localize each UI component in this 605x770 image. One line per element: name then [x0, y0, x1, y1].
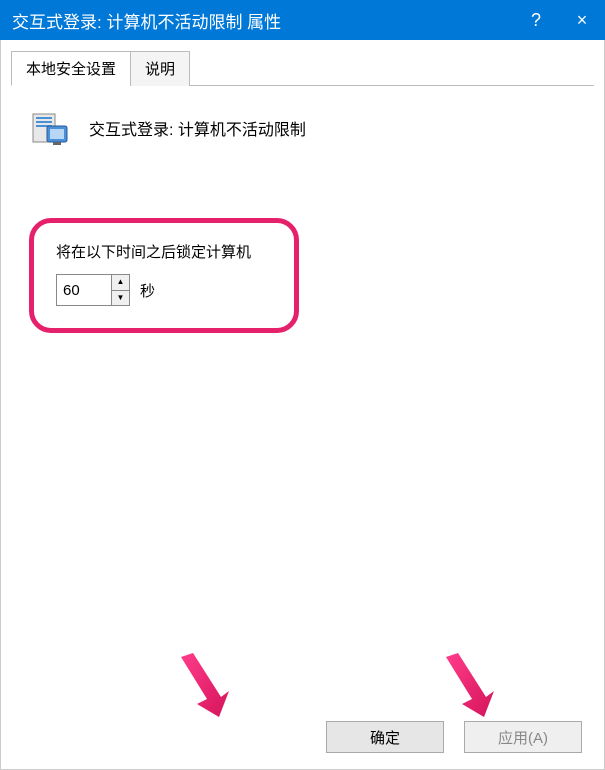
tab-strip: 本地安全设置 说明	[11, 50, 594, 86]
policy-icon	[29, 108, 69, 148]
highlight-annotation: 将在以下时间之后锁定计算机 ▲ ▼ 秒	[29, 218, 299, 333]
help-button[interactable]: ?	[513, 0, 559, 40]
tab-local-security-settings[interactable]: 本地安全设置	[11, 51, 131, 86]
spin-down-button[interactable]: ▼	[112, 291, 129, 306]
close-button[interactable]: ×	[559, 0, 605, 40]
policy-header: 交互式登录: 计算机不活动限制	[29, 108, 576, 148]
policy-name: 交互式登录: 计算机不活动限制	[89, 116, 306, 140]
tab-label: 说明	[145, 61, 175, 78]
tab-explanation[interactable]: 说明	[130, 51, 190, 86]
dialog-content: 本地安全设置 说明 交互式登录: 计算机不活动限制 将在以下时间之后	[0, 40, 605, 770]
button-label: 确定	[370, 727, 400, 748]
button-row: 确定 应用(A)	[1, 721, 604, 753]
spin-buttons: ▲ ▼	[111, 275, 129, 305]
apply-button[interactable]: 应用(A)	[464, 721, 582, 753]
titlebar: 交互式登录: 计算机不活动限制 属性 ? ×	[0, 0, 605, 40]
annotation-arrow-icon	[436, 649, 496, 719]
button-label: 应用(A)	[498, 727, 548, 748]
tab-body: 交互式登录: 计算机不活动限制 将在以下时间之后锁定计算机 ▲ ▼ 秒	[11, 86, 594, 355]
spin-up-button[interactable]: ▲	[112, 275, 129, 291]
tab-label: 本地安全设置	[26, 61, 116, 78]
spinner-row: ▲ ▼ 秒	[56, 274, 272, 306]
seconds-input[interactable]	[57, 275, 111, 305]
window-title: 交互式登录: 计算机不活动限制 属性	[12, 8, 513, 33]
annotation-arrow-icon	[171, 649, 231, 719]
unit-label: 秒	[140, 280, 155, 301]
seconds-spinner: ▲ ▼	[56, 274, 130, 306]
lock-label: 将在以下时间之后锁定计算机	[56, 241, 272, 262]
ok-button[interactable]: 确定	[326, 721, 444, 753]
